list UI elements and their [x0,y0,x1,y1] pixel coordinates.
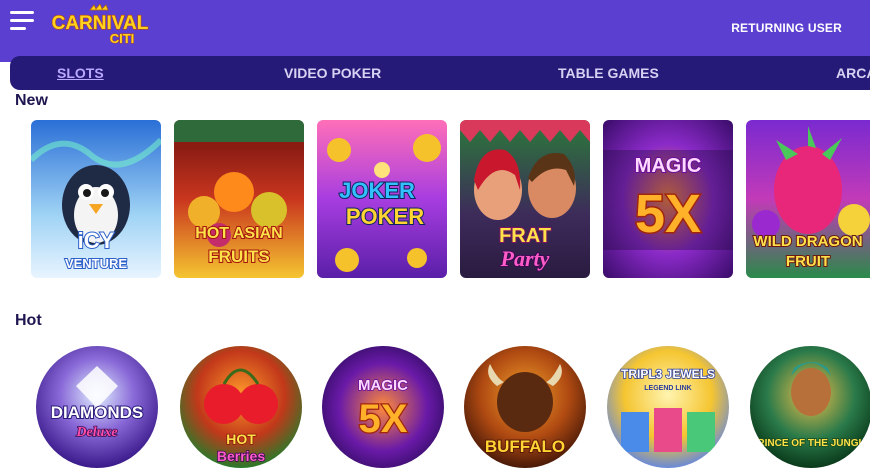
game-tile-icy-venture[interactable]: iCY VENTURE [31,120,161,278]
game-title-line2: 5X [635,184,701,244]
carnival-citi-logo[interactable]: CARNIVAL CITI [46,3,154,47]
game-circle-magic-5x[interactable]: MAGIC 5X [322,346,444,468]
game-title-line2: LEGEND LINK [644,385,691,392]
svg-text:CITI: CITI [110,31,135,46]
tab-arcade[interactable]: ARCA [836,65,870,81]
game-title-line1: iCY [78,228,115,253]
game-title-line2: POKER [346,204,424,229]
game-tile-frat-party[interactable]: FRAT Party [460,120,590,278]
game-title-line2: Berries [217,448,265,464]
game-title-line2: FRUITS [208,247,269,266]
game-tile-hot-asian-fruits[interactable]: HOT ASIAN FRUITS [174,120,304,278]
tab-table-games[interactable]: TABLE GAMES [558,65,659,81]
game-title-line1: TRIPL3 JEWELS [621,367,715,381]
game-tile-magic-5x[interactable]: MAGIC 5X [603,120,733,278]
game-tile-wild-dragon-fruit[interactable]: WILD DRAGON FRUIT [746,120,870,278]
tab-slots[interactable]: SLOTS [57,65,104,81]
game-title-line1: MAGIC [358,377,408,394]
game-title-line2: 5X [359,397,408,441]
game-title-line1: MAGIC [635,155,702,177]
top-header: CARNIVAL CITI RETURNING USER [0,0,870,62]
game-title-line1: BUFFALO [485,437,565,456]
category-tabs: SLOTS VIDEO POKER TABLE GAMES ARCA [10,56,870,90]
section-title-hot: Hot [15,312,42,329]
game-circle-prince-of-the-jungle[interactable]: PRINCE OF THE JUNGLE [750,346,870,468]
game-title-line1: HOT [226,431,256,447]
game-title-line1: JOKER [339,178,415,203]
game-title-line1: HOT ASIAN [195,225,282,242]
game-circle-diamonds-deluxe[interactable]: DIAMONDS Deluxe [36,346,158,468]
returning-user-link[interactable]: RETURNING USER [731,21,842,35]
game-title-line1: WILD DRAGON [753,233,862,250]
game-title-line1: FRAT [499,225,551,247]
game-title-line2: FRUIT [786,253,830,270]
game-circle-buffalo[interactable]: BUFFALO [464,346,586,468]
hamburger-menu-icon[interactable] [10,11,34,31]
game-title-line2: Party [500,246,550,271]
game-title-line1: PRINCE OF THE JUNGLE [751,438,870,449]
game-title-line2: VENTURE [65,256,127,271]
tab-video-poker[interactable]: VIDEO POKER [284,65,381,81]
game-circle-tripl3-jewels[interactable]: TRIPL3 JEWELS LEGEND LINK [607,346,729,468]
game-title-line1: DIAMONDS [51,403,144,422]
game-title-line2: Deluxe [75,425,117,440]
section-title-new: New [15,92,48,109]
game-circle-hot-berries[interactable]: HOT Berries [180,346,302,468]
game-tile-joker-poker[interactable]: JOKER POKER [317,120,447,278]
